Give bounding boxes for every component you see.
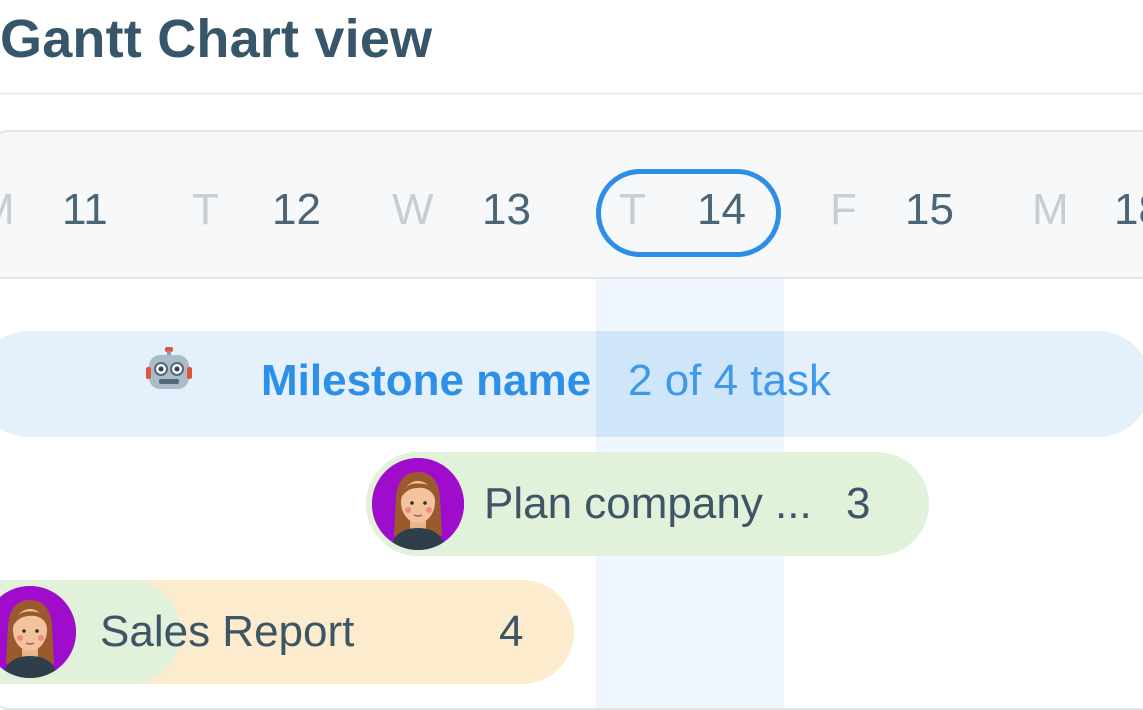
task-count: 4: [499, 607, 524, 656]
timeline-header: M 11 T 12 W 13 T 14 F 15 M 18: [0, 132, 1143, 279]
day-number-11[interactable]: 11: [62, 180, 108, 240]
milestone-progress: 2 of 4 task: [628, 356, 832, 405]
day-number-13[interactable]: 13: [482, 180, 531, 240]
robot-icon: [146, 347, 192, 389]
page-title: Gantt Chart view: [0, 9, 433, 69]
task-name: Plan company ...: [484, 479, 812, 528]
milestone-name[interactable]: Milestone name: [261, 353, 591, 409]
day-number-14[interactable]: 14: [697, 180, 746, 240]
task-name: Sales Report: [100, 607, 355, 656]
day-letter-tue: T: [192, 185, 219, 234]
day-letter-wed: W: [392, 185, 434, 234]
day-letter-mon-2: M: [1032, 185, 1069, 234]
title-divider: [0, 92, 1143, 95]
avatar[interactable]: [372, 458, 464, 550]
gantt-board: M 11 T 12 W 13 T 14 F 15 M 18 Milestone …: [0, 130, 1143, 710]
day-number-12[interactable]: 12: [272, 180, 321, 240]
day-letter-mon: M: [0, 180, 15, 240]
day-number-18[interactable]: 18: [1114, 180, 1143, 240]
milestone-bar[interactable]: Milestone name 2 of 4 task: [0, 331, 1143, 437]
task-bar-plan-company[interactable]: Plan company ... 3: [366, 452, 929, 556]
task-count: 3: [846, 479, 871, 528]
task-bar-sales-report[interactable]: Sales Report 4: [0, 580, 574, 684]
woman-avatar-icon: [372, 458, 464, 550]
day-number-15[interactable]: 15: [905, 180, 954, 240]
day-letter-fri: F: [830, 185, 857, 234]
day-letter-thu: T: [619, 185, 646, 234]
